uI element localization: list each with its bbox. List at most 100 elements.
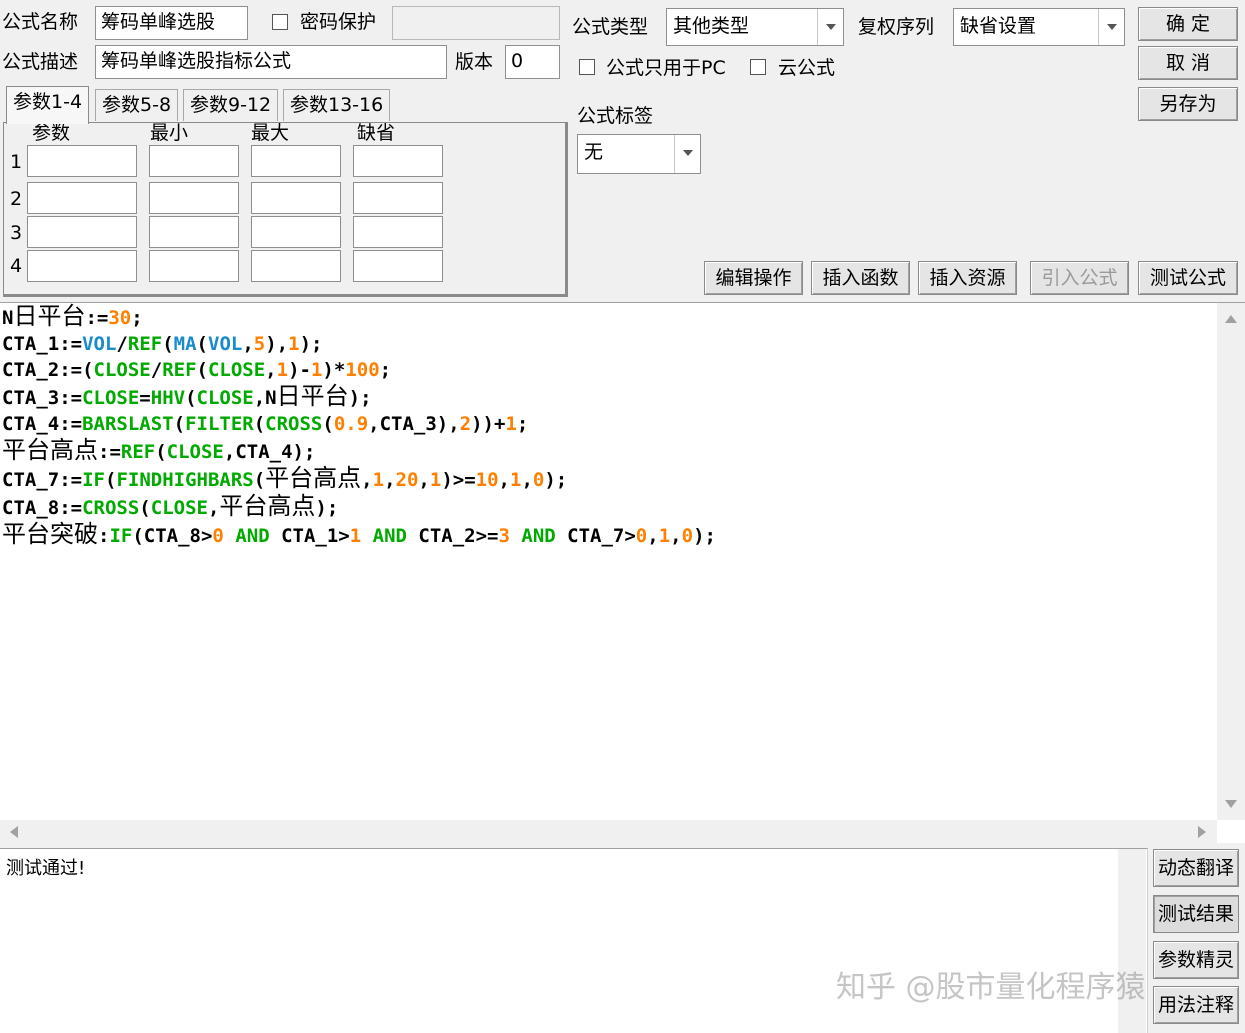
code-token: := [98,441,121,463]
scroll-left-icon[interactable] [10,826,18,838]
code-token: ); [299,333,323,355]
vertical-scrollbar[interactable] [1217,303,1245,820]
chevron-down-icon[interactable] [674,135,700,173]
code-token: , [265,359,277,381]
version-label: 版本 [455,51,494,73]
tab-params-1-4[interactable]: 参数1-4 [6,86,90,124]
code-token: CTA_7 [2,469,60,491]
code-token: 平台高点 [2,436,98,464]
param-4-max-input[interactable] [251,250,341,282]
scroll-right-icon[interactable] [1198,826,1206,838]
param-3-default-input[interactable] [353,216,443,248]
code-token: 平台突破 [2,520,98,548]
code-token: MA [173,333,197,355]
code-token: REF [120,441,156,463]
code-token: ; [131,307,143,329]
cloud-formula-checkbox[interactable] [750,59,766,75]
code-token: ( [139,497,151,519]
code-editor[interactable]: N日平台:=30; CTA_1:=VOL/REF(MA(VOL,5),1); CTA… [0,302,1245,844]
password-protect-checkbox[interactable] [272,14,288,30]
chevron-down-icon[interactable] [817,9,843,45]
code-token: 1 [658,525,671,547]
code-text[interactable]: N日平台:=30; CTA_1:=VOL/REF(MA(VOL,5),1); CTA… [2,303,716,549]
param-1-max-input[interactable] [251,145,341,177]
code-token: 10 [475,469,499,491]
code-line: CTA_2:=(CLOSE/REF(CLOSE,1)-1)*100; [2,357,716,383]
code-token: CLOSE [93,359,151,381]
insert-resource-button[interactable]: 插入资源 [918,261,1017,295]
param-3-max-input[interactable] [251,216,341,248]
param-1-name-input[interactable] [27,145,137,177]
formula-tag-label: 公式标签 [577,105,654,127]
dynamic-translate-button[interactable]: 动态翻译 [1153,849,1239,887]
code-token: , [418,469,430,491]
code-token: )>= [441,469,476,491]
usage-notes-button[interactable]: 用法注释 [1153,986,1239,1024]
code-token: 0.9 [333,413,369,435]
param-4-name-input[interactable] [27,250,137,282]
param-4-default-input[interactable] [353,250,443,282]
param-2-max-input[interactable] [251,182,341,214]
insert-function-button[interactable]: 插入函数 [811,261,910,295]
test-result-button[interactable]: 测试结果 [1153,895,1239,933]
tab-params-13-16[interactable]: 参数13-16 [283,89,391,121]
code-token: CTA_7> [555,525,636,547]
formula-tag-select[interactable]: 无 [577,134,701,174]
tab-params-5-8[interactable]: 参数5-8 [95,89,179,121]
code-token: 0 [532,469,545,491]
code-token: AND [235,525,270,547]
param-2-default-input[interactable] [353,182,443,214]
param-2-min-input[interactable] [149,182,239,214]
cancel-button[interactable]: 取 消 [1138,46,1238,80]
code-token: 1 [510,469,522,491]
chevron-down-icon[interactable] [1098,9,1124,45]
param-4-min-input[interactable] [149,250,239,282]
test-formula-button[interactable]: 测试公式 [1138,261,1238,295]
param-wizard-button[interactable]: 参数精灵 [1153,941,1239,979]
param-header-max: 最大 [251,122,290,144]
horizontal-scrollbar[interactable] [0,820,1217,844]
import-formula-button[interactable]: 引入公式 [1030,261,1129,295]
ok-button[interactable]: 确 定 [1138,7,1238,41]
code-token: 2 [459,413,472,435]
param-header-min: 最小 [150,122,189,144]
code-token: ( [155,441,167,463]
code-token: REF [127,333,163,355]
formula-desc-input[interactable]: 筹码单峰选股指标公式 [95,45,447,79]
tab-params-9-12[interactable]: 参数9-12 [183,89,279,121]
formula-type-value: 其他类型 [673,15,750,37]
edit-ops-button[interactable]: 编辑操作 [704,261,803,295]
pc-only-checkbox[interactable] [579,59,595,75]
code-token: := [59,333,83,355]
code-token: 0 [635,525,648,547]
param-3-min-input[interactable] [149,216,239,248]
code-token: , [647,525,659,547]
code-token: HHV [150,387,186,409]
formula-name-input[interactable]: 筹码单峰选股 [95,6,248,40]
code-token: )- [288,359,311,381]
rights-series-select[interactable]: 缺省设置 [953,8,1125,46]
param-3-name-input[interactable] [27,216,137,248]
code-token: CTA_8 [2,497,60,519]
version-input[interactable]: 0 [505,45,560,79]
code-line: CTA_3:=CLOSE=HHV(CLOSE,N日平台); [2,383,716,411]
code-token: = [139,387,151,409]
code-token: CTA_1> [269,525,350,547]
code-token: 1 [505,413,517,435]
code-token: ; [516,413,529,435]
password-input[interactable] [392,6,560,40]
code-token: 20 [395,469,419,491]
code-token: )* [322,359,346,381]
param-2-name-input[interactable] [27,182,137,214]
code-token: REF [162,359,197,381]
code-token: BARSLAST [82,413,174,435]
rights-series-value: 缺省设置 [960,15,1037,37]
param-1-min-input[interactable] [149,145,239,177]
formula-type-select[interactable]: 其他类型 [666,8,844,46]
scroll-up-icon[interactable] [1225,315,1237,323]
param-1-default-input[interactable] [353,145,443,177]
scroll-down-icon[interactable] [1225,800,1237,808]
save-as-button[interactable]: 另存为 [1138,87,1238,121]
formula-tag-value: 无 [584,141,604,163]
